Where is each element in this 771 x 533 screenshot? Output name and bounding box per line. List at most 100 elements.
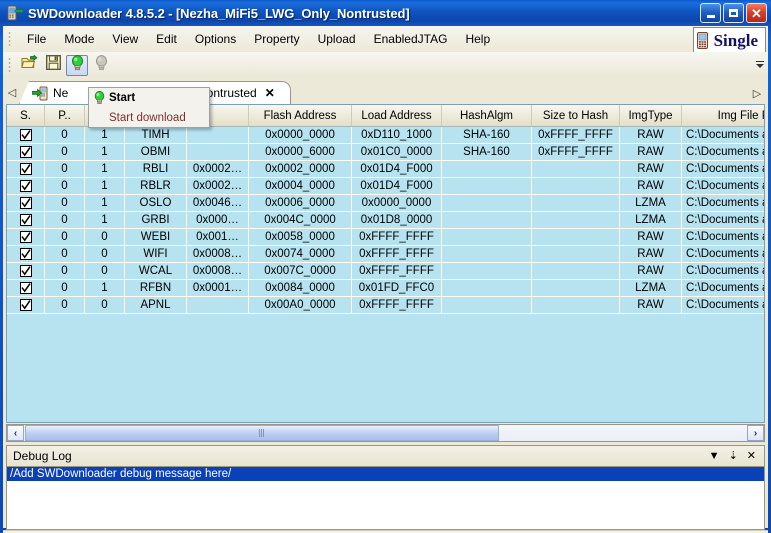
table-cell-name[interactable]: OBMI	[125, 144, 187, 160]
table-cell-p[interactable]: 0	[45, 280, 85, 296]
table-cell-t[interactable]: 0	[85, 297, 125, 313]
table-cell-imgtype[interactable]: RAW	[620, 246, 682, 262]
table-row[interactable]: 0 1 OSLO 0x0046… 0x0006_0000 0x0000_0000 LZMA C…	[7, 195, 764, 212]
table-row[interactable]: 0 1 TIMH 0x0000_0000 0xD110_1000 SHA-160 0xFFF…	[7, 127, 764, 144]
table-row[interactable]: 0 0 APNL 0x00A0_0000 0xFFFF_FFFF RAW C:\Docume…	[7, 297, 764, 314]
table-cell-t[interactable]: 1	[85, 178, 125, 194]
menu-file[interactable]: File	[18, 29, 55, 49]
table-cell-s[interactable]	[7, 229, 45, 245]
scrollbar-track[interactable]	[24, 425, 747, 441]
menu-options[interactable]: Options	[186, 29, 245, 49]
table-row[interactable]: 0 1 RBLR 0x0002… 0x0004_0000 0x01D4_F000 RAW C:…	[7, 178, 764, 195]
row-select-checkbox[interactable]	[19, 282, 32, 294]
debug-log-close-icon[interactable]: ✕	[747, 450, 756, 462]
table-cell-flash[interactable]: 0x0084_0000	[249, 280, 352, 296]
table-cell-sizehash[interactable]	[532, 212, 620, 228]
table-cell-imgtype[interactable]: RAW	[620, 144, 682, 160]
table-cell-sizehash[interactable]	[532, 229, 620, 245]
table-cell-name[interactable]: OSLO	[125, 195, 187, 211]
menu-upload[interactable]: Upload	[309, 29, 365, 49]
table-cell-load[interactable]: 0x01D4_F000	[352, 161, 442, 177]
horizontal-scrollbar[interactable]: ‹ ›	[6, 424, 765, 442]
table-cell-load[interactable]: 0x0000_0000	[352, 195, 442, 211]
row-select-checkbox[interactable]	[19, 129, 32, 141]
table-cell-name[interactable]: RBLR	[125, 178, 187, 194]
table-cell-hash[interactable]: SHA-160	[442, 144, 532, 160]
menu-item-start[interactable]: Start	[89, 88, 209, 108]
table-cell-p[interactable]: 0	[45, 229, 85, 245]
table-cell-imgtype[interactable]: RAW	[620, 178, 682, 194]
stop-button[interactable]	[90, 54, 112, 76]
table-cell-flash[interactable]: 0x0002_0000	[249, 161, 352, 177]
table-cell-imgtype[interactable]: RAW	[620, 161, 682, 177]
menu-property[interactable]: Property	[245, 29, 308, 49]
table-cell-s[interactable]	[7, 246, 45, 262]
table-cell-imgtype[interactable]: RAW	[620, 297, 682, 313]
save-file-button[interactable]	[42, 55, 64, 76]
table-cell-load[interactable]: 0x01FD_FFC0	[352, 280, 442, 296]
table-cell-size[interactable]: 0x0008…	[187, 263, 249, 279]
table-cell-load[interactable]: 0x01D8_0000	[352, 212, 442, 228]
row-select-checkbox[interactable]	[19, 146, 32, 158]
table-cell-hash[interactable]	[442, 297, 532, 313]
table-cell-s[interactable]	[7, 127, 45, 143]
open-file-button[interactable]	[18, 54, 40, 76]
table-cell-hash[interactable]: SHA-160	[442, 127, 532, 143]
table-cell-p[interactable]: 0	[45, 127, 85, 143]
table-row[interactable]: 0 0 WIFI 0x0008… 0x0074_0000 0xFFFF_FFFF RAW C:…	[7, 246, 764, 263]
table-cell-s[interactable]	[7, 297, 45, 313]
table-cell-hash[interactable]	[442, 280, 532, 296]
table-cell-t[interactable]: 1	[85, 280, 125, 296]
table-cell-path[interactable]: C:\Documents and Settin	[682, 246, 764, 262]
table-cell-imgtype[interactable]: LZMA	[620, 195, 682, 211]
table-cell-path[interactable]: C:\Documents and Settin	[682, 229, 764, 245]
table-cell-hash[interactable]	[442, 212, 532, 228]
table-cell-s[interactable]	[7, 263, 45, 279]
table-cell-load[interactable]: 0xFFFF_FFFF	[352, 263, 442, 279]
table-cell-p[interactable]: 0	[45, 297, 85, 313]
row-select-checkbox[interactable]	[19, 197, 32, 209]
table-cell-flash[interactable]: 0x0074_0000	[249, 246, 352, 262]
table-cell-flash[interactable]: 0x0000_6000	[249, 144, 352, 160]
table-cell-path[interactable]: C:\Documents and Settin	[682, 212, 764, 228]
table-header-imgtype[interactable]: ImgType	[620, 105, 682, 126]
table-row[interactable]: 0 1 RFBN 0x0001… 0x0084_0000 0x01FD_FFC0 LZMA C…	[7, 280, 764, 297]
row-select-checkbox[interactable]	[19, 180, 32, 192]
table-cell-name[interactable]: GRBI	[125, 212, 187, 228]
row-select-checkbox[interactable]	[19, 248, 32, 260]
table-cell-s[interactable]	[7, 212, 45, 228]
menu-mode[interactable]: Mode	[55, 29, 103, 49]
scroll-left-button[interactable]: ‹	[7, 425, 24, 441]
table-cell-path[interactable]: C:\Documents and Settin	[682, 263, 764, 279]
table-row[interactable]: 0 1 OBMI 0x0000_6000 0x01C0_0000 SHA-160 0xFFF…	[7, 144, 764, 161]
table-cell-size[interactable]: 0x0002…	[187, 161, 249, 177]
table-cell-flash[interactable]: 0x007C_0000	[249, 263, 352, 279]
table-header-path[interactable]: Img File Path	[682, 105, 764, 126]
table-cell-name[interactable]: WEBI	[125, 229, 187, 245]
scrollbar-thumb[interactable]	[25, 425, 499, 441]
table-row[interactable]: 0 1 GRBI 0x000… 0x004C_0000 0x01D8_0000 LZMA C:…	[7, 212, 764, 229]
close-button[interactable]: ✕	[746, 3, 767, 23]
table-cell-path[interactable]: C:\Documents and Settin	[682, 297, 764, 313]
minimize-button[interactable]	[700, 3, 721, 23]
table-cell-flash[interactable]: 0x00A0_0000	[249, 297, 352, 313]
table-cell-flash[interactable]: 0x0058_0000	[249, 229, 352, 245]
table-cell-p[interactable]: 0	[45, 178, 85, 194]
table-cell-size[interactable]: 0x0046…	[187, 195, 249, 211]
table-cell-s[interactable]	[7, 195, 45, 211]
table-cell-name[interactable]: TIMH	[125, 127, 187, 143]
table-cell-t[interactable]: 0	[85, 263, 125, 279]
table-header-s[interactable]: S.	[7, 105, 45, 126]
table-row[interactable]: 0 0 WCAL 0x0008… 0x007C_0000 0xFFFF_FFFF RAW C:…	[7, 263, 764, 280]
table-cell-sizehash[interactable]	[532, 178, 620, 194]
debug-log-menu-icon[interactable]: ▼	[709, 450, 720, 462]
row-select-checkbox[interactable]	[19, 265, 32, 277]
table-cell-s[interactable]	[7, 161, 45, 177]
table-cell-name[interactable]: APNL	[125, 297, 187, 313]
menu-item-start-download[interactable]: Start download	[89, 108, 209, 128]
start-context-menu[interactable]: Start Start download	[88, 87, 210, 128]
table-cell-flash[interactable]: 0x004C_0000	[249, 212, 352, 228]
table-cell-load[interactable]: 0xFFFF_FFFF	[352, 297, 442, 313]
row-select-checkbox[interactable]	[19, 214, 32, 226]
table-cell-path[interactable]: C:\Documents and Settin	[682, 127, 764, 143]
